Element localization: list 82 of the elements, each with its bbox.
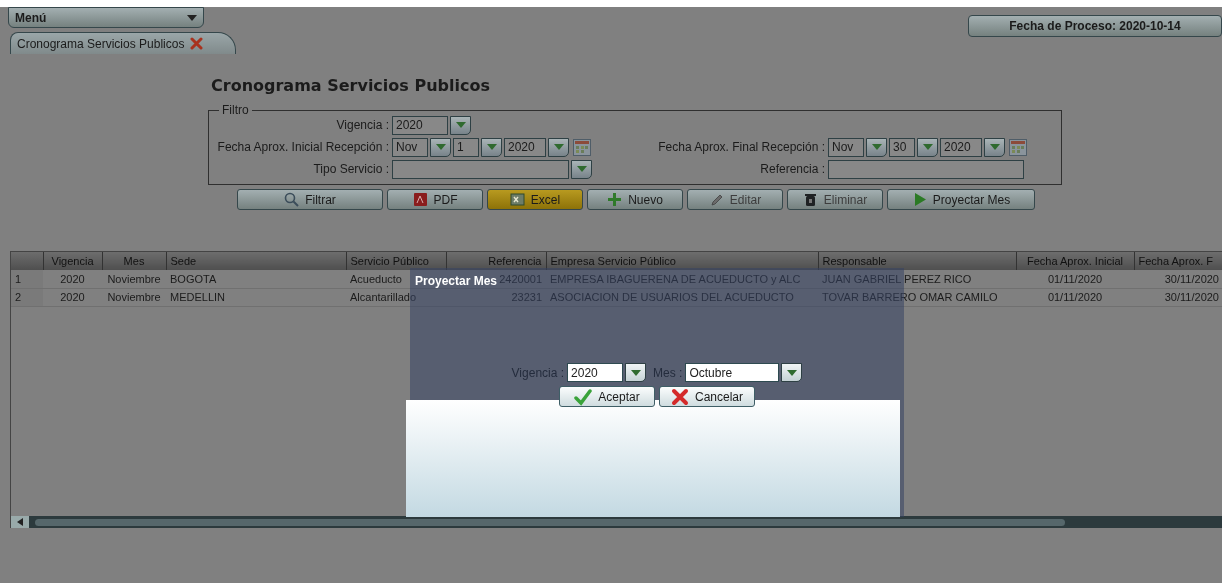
dropdown-button[interactable] [571, 159, 592, 179]
table-cell: 30/11/2020 [1134, 270, 1222, 288]
month-select[interactable]: Nov [392, 137, 428, 157]
caret-icon [553, 144, 564, 150]
caret-icon [435, 144, 446, 150]
vigencia-select[interactable]: 2020 [392, 115, 448, 135]
row-number-header [11, 252, 43, 270]
pdf-icon [412, 192, 428, 207]
dropdown-button[interactable] [430, 137, 451, 157]
day-select[interactable]: 1 [453, 137, 479, 157]
table-cell: 01/11/2020 [1016, 270, 1134, 288]
spreadsheet-icon [509, 192, 525, 207]
trash-icon [802, 192, 818, 207]
row-number: 1 [11, 270, 43, 288]
year-select[interactable]: 2020 [504, 137, 546, 157]
month-select[interactable]: Nov [828, 137, 864, 157]
field-label: Fecha Aprox. Inicial Recepción : [216, 139, 389, 156]
table-cell: 2020 [43, 270, 102, 288]
field-label: Tipo Servicio : [312, 161, 389, 178]
page-tab[interactable]: Cronograma Servicios Publicos [10, 32, 237, 54]
year-select[interactable]: 2020 [940, 137, 982, 157]
caret-icon [871, 144, 882, 150]
caret-icon [989, 144, 1000, 150]
column-header[interactable]: Fecha Aprox. F [1134, 252, 1222, 270]
column-header[interactable]: Servicio Público [346, 252, 446, 270]
dropdown-button[interactable] [781, 363, 803, 382]
column-header[interactable]: Referencia [446, 252, 546, 270]
dropdown-button[interactable] [450, 115, 471, 135]
close-icon [671, 387, 689, 406]
column-header[interactable]: Sede [166, 252, 346, 270]
pencil-icon [708, 192, 724, 207]
left-arrow-icon [17, 518, 23, 526]
column-header[interactable]: Mes [102, 252, 166, 270]
toolbar-button[interactable]: PDF [387, 189, 483, 210]
dropdown-button[interactable] [481, 137, 502, 157]
table-cell: MEDELLIN [166, 288, 346, 306]
dropdown-button[interactable] [625, 363, 647, 382]
close-icon [190, 37, 204, 50]
referencia-field[interactable] [828, 159, 1024, 179]
caret-icon [187, 14, 197, 21]
column-header[interactable]: Vigencia [43, 252, 102, 270]
dropdown-button[interactable] [548, 137, 569, 157]
vigencia-select[interactable]: 2020 [567, 363, 624, 382]
table-cell: 30/11/2020 [1134, 288, 1222, 306]
toolbar-button[interactable]: Nuevo [587, 189, 683, 210]
column-header[interactable]: Responsable [818, 252, 1016, 270]
caret-icon [786, 369, 797, 376]
field-label: Referencia : [759, 161, 825, 178]
scrollbar-thumb[interactable] [35, 518, 1065, 526]
caret-icon [630, 369, 641, 376]
horizontal-scrollbar[interactable] [11, 516, 1222, 528]
table-cell: 01/11/2020 [1016, 288, 1134, 306]
day-select[interactable]: 30 [889, 137, 915, 157]
field-label: Vigencia : [335, 117, 389, 134]
column-header[interactable]: Empresa Servicio Público [546, 252, 818, 270]
table-cell: BOGOTA [166, 270, 346, 288]
caret-icon [486, 144, 497, 150]
dropdown-button[interactable] [917, 137, 938, 157]
plus-icon [607, 192, 623, 207]
column-header[interactable]: Fecha Aprox. Inicial [1016, 252, 1134, 270]
tipo-servicio-select[interactable] [392, 159, 570, 179]
month-select[interactable]: Octubre [685, 363, 780, 382]
caret-icon [455, 122, 466, 128]
dropdown-button[interactable] [866, 137, 887, 157]
process-date: Fecha de Proceso: 2020-10-14 [968, 15, 1222, 37]
search-icon [284, 192, 300, 207]
dropdown-button[interactable] [984, 137, 1005, 157]
table-cell: Noviembre [102, 288, 166, 306]
dialog-button[interactable]: Cancelar [659, 386, 755, 407]
checkmark-icon [574, 387, 593, 406]
table-cell: Noviembre [102, 270, 166, 288]
filter-legend: Filtro [219, 104, 252, 116]
field-label: Fecha Aprox. Final Recepción : [657, 139, 825, 156]
toolbar-button[interactable]: Proyectar Mes [887, 189, 1035, 210]
caret-icon [576, 166, 587, 172]
menu-dropdown[interactable]: Menú [8, 7, 204, 28]
toolbar-button[interactable]: Excel [487, 189, 583, 210]
caret-icon [922, 144, 933, 150]
table-cell: 2020 [43, 288, 102, 306]
dialog-button[interactable]: Aceptar [559, 386, 655, 407]
toolbar-button[interactable]: Filtrar [237, 189, 383, 210]
page-title: Cronograma Servicios Publicos [211, 75, 491, 97]
